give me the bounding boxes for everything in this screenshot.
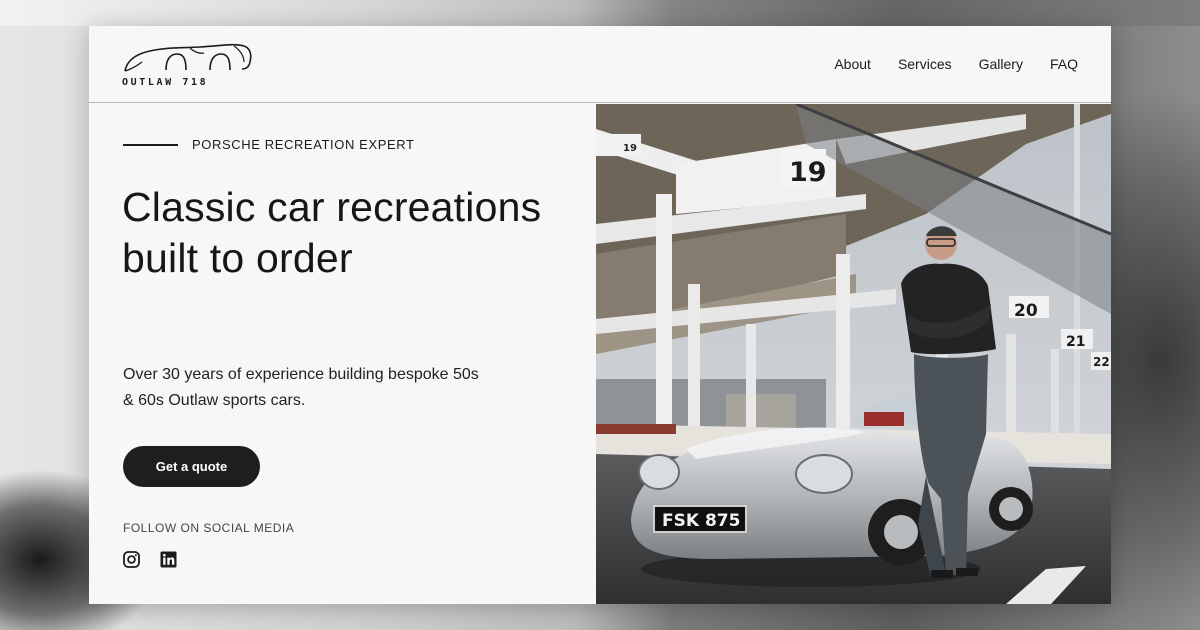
car-silhouette-logo-icon (124, 43, 252, 72)
hero-subtext: Over 30 years of experience building bes… (123, 366, 479, 409)
eyebrow-rule (123, 143, 178, 146)
linkedin-icon[interactable] (160, 551, 177, 568)
brand-logo[interactable]: OUTLAW 718 (122, 40, 256, 90)
get-a-quote-button[interactable]: Get a quote (123, 446, 260, 487)
license-plate: FSK 875 (662, 511, 740, 531)
hero-photo: 19 19 20 21 22 FSK 875 (596, 104, 1111, 604)
instagram-icon[interactable] (123, 551, 140, 568)
eyebrow: PORSCHE RECREATION EXPERT (123, 137, 415, 152)
pit-number-20: 20 (1014, 301, 1038, 321)
hero-headline: Classic car recreations built to order (122, 184, 542, 281)
main-nav: About Services Gallery FAQ (834, 56, 1078, 72)
site-header: OUTLAW 718 About Services Gallery FAQ (89, 26, 1111, 103)
pit-number-19-small: 19 (623, 143, 637, 154)
pit-number-22: 22 (1093, 355, 1110, 369)
nav-about[interactable]: About (834, 56, 871, 72)
nav-faq[interactable]: FAQ (1050, 56, 1078, 72)
social-heading: FOLLOW ON SOCIAL MEDIA (123, 521, 295, 535)
website-preview-card: OUTLAW 718 About Services Gallery FAQ PO… (89, 26, 1111, 604)
nav-services[interactable]: Services (898, 56, 952, 72)
nav-gallery[interactable]: Gallery (979, 56, 1023, 72)
pit-number-21: 21 (1066, 334, 1085, 350)
pit-number-19: 19 (789, 157, 827, 188)
hero-text-panel: PORSCHE RECREATION EXPERT Classic car re… (89, 104, 596, 604)
social-links (123, 551, 177, 568)
eyebrow-text: PORSCHE RECREATION EXPERT (192, 137, 415, 152)
logo-wordmark: OUTLAW 718 (122, 77, 209, 88)
